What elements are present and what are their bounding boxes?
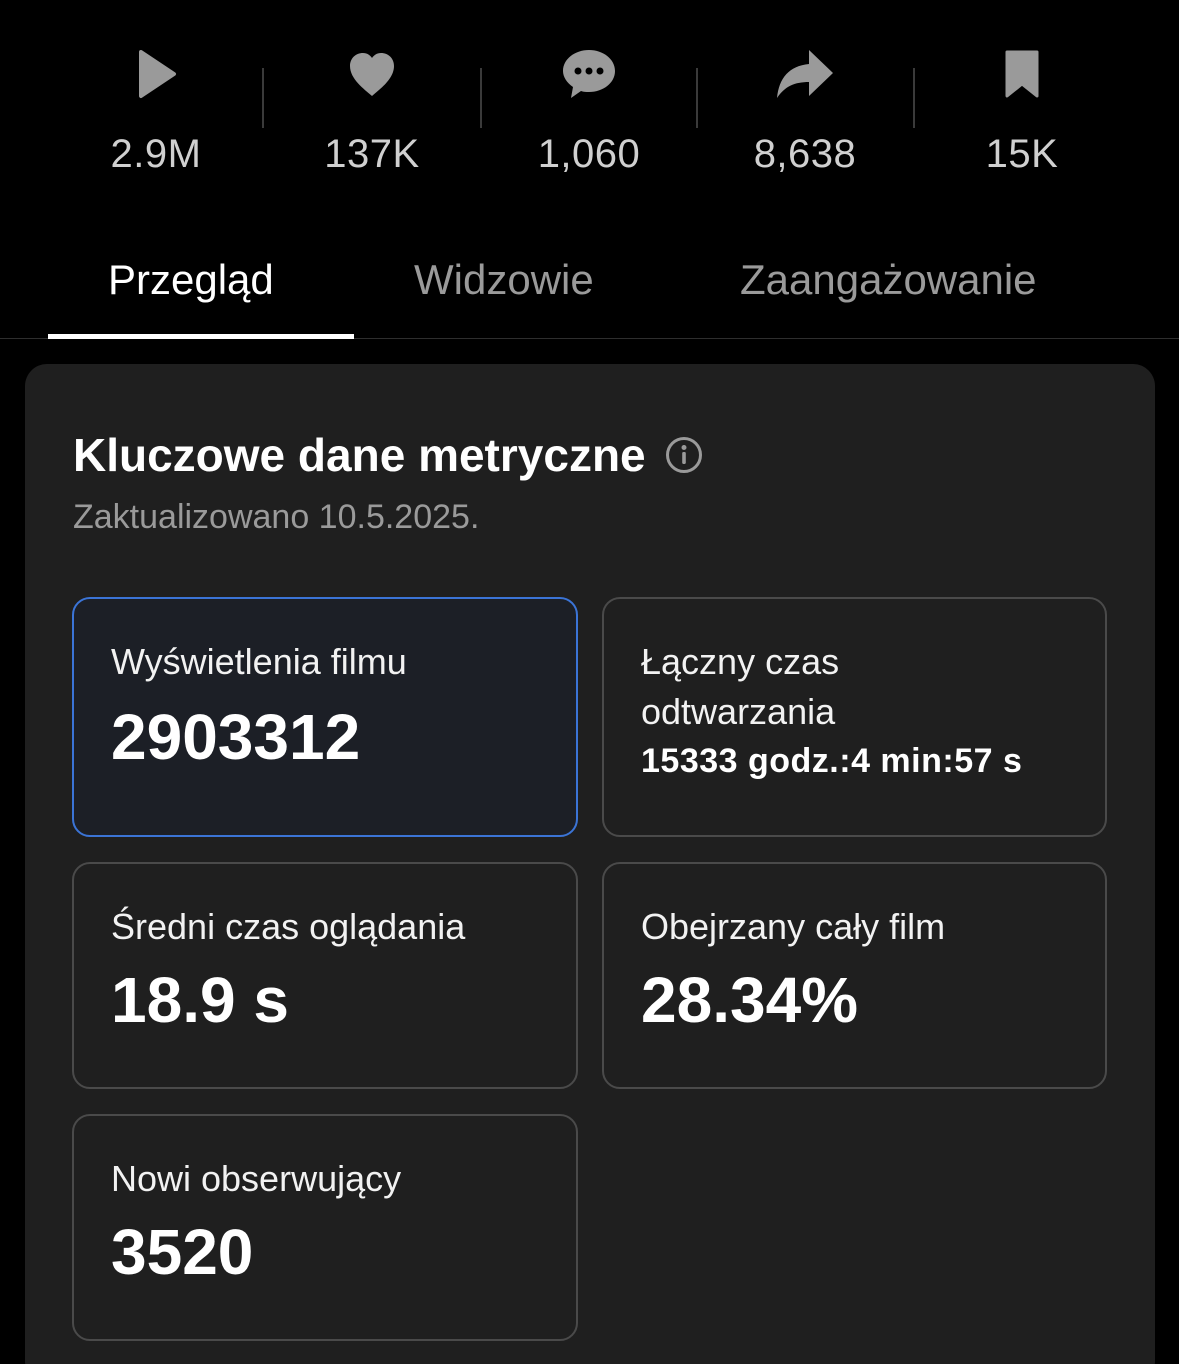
metric-label: Średni czas oglądania <box>111 906 466 947</box>
active-tab-indicator <box>48 334 354 339</box>
metric-card-video-views[interactable]: Wyświetlenia filmu 2903312 <box>72 597 578 837</box>
share-icon <box>775 44 835 104</box>
metric-value: 18.9 s <box>111 964 289 1036</box>
metric-value: 15333 godz.:4 min:57 s <box>641 742 1023 780</box>
tab-engagement[interactable]: Zaangażowanie <box>740 256 1037 304</box>
stat-comments[interactable]: 1,060 <box>489 44 689 177</box>
metric-card-watched-full-video[interactable]: Obejrzany cały film 28.34% <box>602 862 1107 1089</box>
info-icon[interactable] <box>664 435 704 475</box>
stat-divider <box>480 68 482 128</box>
stat-plays[interactable]: 2.9M <box>56 44 256 177</box>
metric-value: 2903312 <box>111 701 361 773</box>
saves-count: 15K <box>985 132 1059 176</box>
bookmark-icon <box>992 44 1052 104</box>
stat-divider <box>696 68 698 128</box>
metric-value: 28.34% <box>641 964 859 1036</box>
metric-label: Nowi obserwujący <box>111 1158 402 1199</box>
tab-viewers[interactable]: Widzowie <box>414 256 594 304</box>
play-icon <box>126 44 186 104</box>
tab-overview[interactable]: Przegląd <box>108 256 274 304</box>
stat-divider <box>262 68 264 128</box>
comments-count: 1,060 <box>537 132 641 176</box>
key-metrics-title: Kluczowe dane metryczne <box>73 428 704 482</box>
analytics-tabs: Przegląd Widzowie Zaangażowanie <box>0 236 1179 339</box>
metric-value: 3520 <box>111 1216 254 1288</box>
stat-saves[interactable]: 15K <box>922 44 1122 177</box>
likes-count: 137K <box>324 132 420 176</box>
metric-card-total-watch-time[interactable]: Łączny czas odtwarzania 15333 godz.:4 mi… <box>602 597 1107 837</box>
heart-icon <box>342 44 402 104</box>
updated-date: Zaktualizowano 10.5.2025. <box>73 498 480 536</box>
comment-icon <box>559 44 619 104</box>
video-stats-bar: 2.9M 137K 1,060 8,638 15K <box>0 0 1179 220</box>
metric-label: Łączny czas odtwarzania <box>641 641 840 732</box>
metric-label: Wyświetlenia filmu <box>111 641 407 682</box>
plays-count: 2.9M <box>110 132 202 176</box>
shares-count: 8,638 <box>753 132 857 176</box>
metric-card-average-watch-time[interactable]: Średni czas oglądania 18.9 s <box>72 862 578 1089</box>
metric-label: Obejrzany cały film <box>641 906 946 947</box>
metric-card-new-followers[interactable]: Nowi obserwujący 3520 <box>72 1114 578 1341</box>
stat-divider <box>913 68 915 128</box>
key-metrics-title-text: Kluczowe dane metryczne <box>73 429 646 481</box>
stat-likes[interactable]: 137K <box>272 44 472 177</box>
stat-shares[interactable]: 8,638 <box>705 44 905 177</box>
key-metrics-panel: Kluczowe dane metryczne Zaktualizowano 1… <box>25 364 1155 1364</box>
